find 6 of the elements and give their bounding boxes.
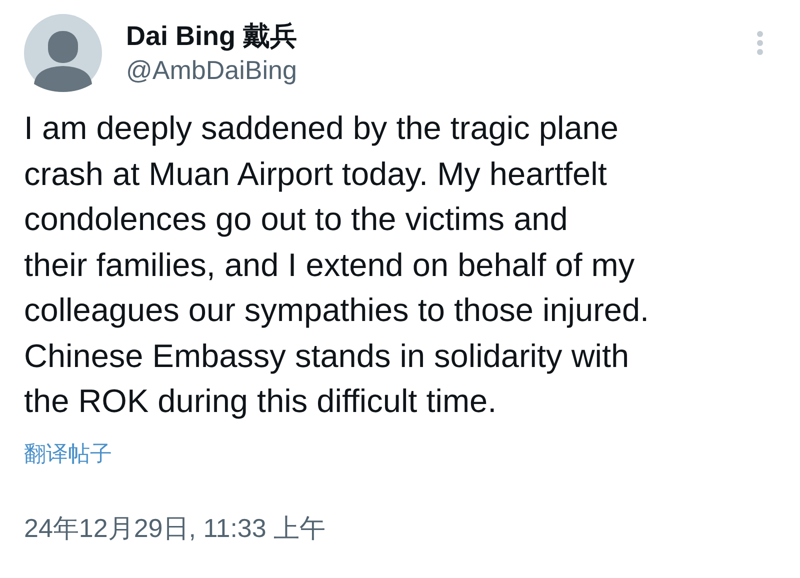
post-text: I am deeply saddened by the tragic plane crash at Muan Airport today. My heartfelt condolences go out to the victims and their families, and I extend on behalf of my colleagues our sympathies to those injured. Chinese Embassy stands in solidarity with the ROK during this difficult time. <box>24 109 650 421</box>
avatar-icon[interactable] <box>24 14 102 92</box>
author-handle[interactable]: @AmbDaiBing <box>126 53 756 87</box>
author-name[interactable]: Dai Bing 戴兵 <box>126 19 756 53</box>
translate-link[interactable]: 翻译帖子 <box>24 438 112 468</box>
post-timestamp: 24年12月29日, 11:33 上午 <box>24 512 327 544</box>
